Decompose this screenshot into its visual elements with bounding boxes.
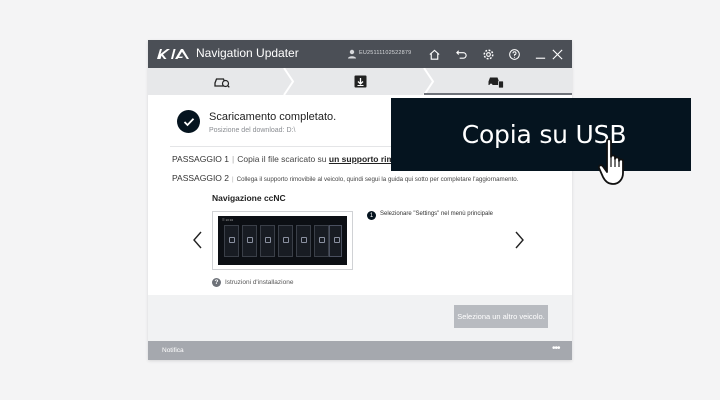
help-icon	[508, 48, 520, 60]
step-2	[351, 73, 369, 90]
screen-tile	[260, 225, 275, 257]
screen-tile	[314, 225, 329, 257]
back-button[interactable]	[453, 46, 469, 62]
active-step-indicator	[424, 93, 572, 95]
step-1-label: PASSAGGIO 1	[172, 154, 230, 164]
prev-slide-icon[interactable]	[191, 229, 205, 251]
step-2-text: Collega il supporto rimovibile al veicol…	[236, 176, 519, 183]
car-search-icon	[213, 78, 230, 88]
download-path-label: Posizione del download: D:\	[209, 127, 296, 134]
car-usb-icon	[488, 77, 504, 89]
download-complete-title: Scaricamento completato.	[209, 111, 337, 123]
head-unit-screenshot: ☰ 10:34	[212, 211, 353, 270]
progress-steps	[148, 68, 572, 95]
screen-header: ☰ 10:34	[222, 218, 234, 222]
screen-tile-settings	[329, 225, 342, 257]
next-slide-icon[interactable]	[512, 229, 526, 251]
removable-media-link[interactable]: un supporto rim	[329, 154, 394, 164]
download-icon	[354, 75, 366, 88]
instruction-step-badge: 1	[367, 211, 376, 220]
check-icon	[177, 110, 200, 133]
screen-tile	[242, 225, 257, 257]
step-1	[212, 73, 230, 90]
home-button[interactable]	[426, 46, 442, 62]
step-2-label: PASSAGGIO 2	[172, 173, 230, 183]
close-button[interactable]	[549, 46, 565, 62]
user-icon	[348, 49, 356, 59]
settings-icon	[482, 48, 494, 60]
settings-button[interactable]	[480, 46, 496, 62]
step-2-row: PASSAGGIO 2 | Collega il supporto rimovibi…	[172, 173, 519, 183]
installation-instructions-link[interactable]: Istruzioni d'installazione	[225, 279, 293, 286]
title-bar: Navigation Updater EU25111102522879	[148, 40, 572, 68]
step-1-row: PASSAGGIO 1 | Copia il file scaricato su u…	[172, 154, 395, 164]
step-3	[487, 73, 505, 90]
app-title: Navigation Updater	[196, 46, 299, 60]
minimize-icon	[535, 57, 545, 59]
hand-cursor-icon	[597, 138, 624, 185]
kia-logo	[157, 49, 189, 59]
user-id: EU25111102522879	[359, 50, 412, 56]
back-icon	[455, 49, 467, 59]
help-button[interactable]	[506, 46, 522, 62]
notification-label[interactable]: Notifica	[162, 347, 184, 354]
head-unit-screen: ☰ 10:34	[218, 216, 347, 265]
step-1-text: Copia il file scaricato su	[237, 154, 327, 164]
more-icon[interactable]: •••	[552, 344, 566, 355]
minimize-button[interactable]	[532, 46, 548, 62]
instruction-text: Selezionare "Settings" nel menù principa…	[380, 211, 493, 217]
app-window: Navigation Updater EU25111102522879 Scar…	[148, 40, 572, 360]
home-icon	[428, 49, 440, 60]
question-icon: ?	[212, 278, 221, 287]
screen-tile	[296, 225, 311, 257]
copy-to-usb-callout[interactable]: Copia su USB	[391, 98, 691, 171]
guide-title: Navigazione ccNC	[212, 193, 286, 203]
status-bar: Notifica •••	[148, 341, 572, 360]
select-other-vehicle-button[interactable]: Seleziona un altro veicolo.	[454, 305, 548, 328]
screen-tile	[278, 225, 293, 257]
screen-tile	[224, 225, 239, 257]
close-icon	[551, 48, 563, 60]
